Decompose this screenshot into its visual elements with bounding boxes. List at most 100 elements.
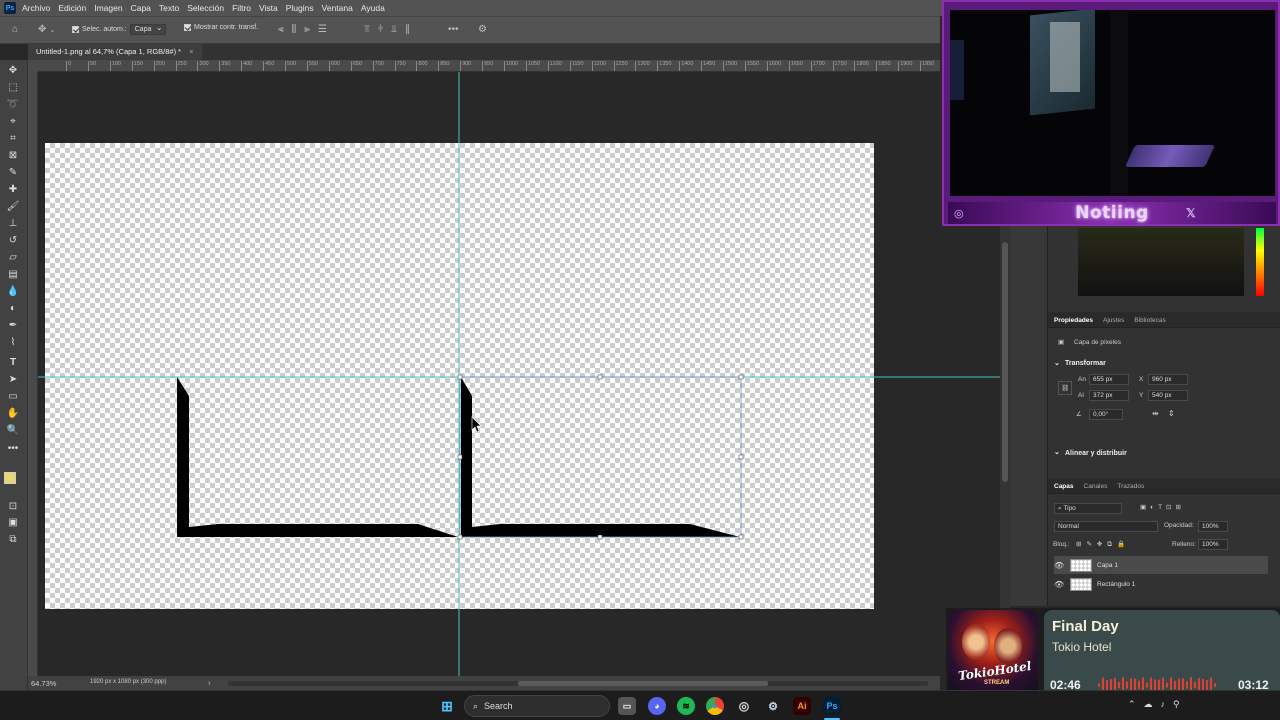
align-top-icon[interactable]: ⫪	[364, 24, 370, 35]
type-tool-icon[interactable]: T	[6, 356, 20, 370]
tab-propiedades[interactable]: Propiedades	[1054, 317, 1093, 324]
steam-icon[interactable]: ⚙	[764, 697, 782, 715]
eraser-tool-icon[interactable]: ▱	[6, 251, 20, 265]
transform-handle-mr[interactable]	[738, 454, 744, 460]
vertical-scrollbar-thumb[interactable]	[1002, 242, 1008, 482]
menu-vista[interactable]: Vista	[259, 3, 278, 13]
visibility-eye-icon[interactable]: 👁	[1054, 561, 1064, 570]
tab-ajustes[interactable]: Ajustes	[1103, 317, 1124, 324]
distribute-vertical-icon[interactable]: ∥	[405, 24, 410, 35]
flip-vertical-icon[interactable]: ⇕	[1168, 409, 1175, 418]
taskbar-search[interactable]: ⌕ Search	[464, 695, 610, 717]
task-view-icon[interactable]: ▭	[618, 697, 636, 715]
menu-ventana[interactable]: Ventana	[322, 3, 353, 13]
transform-handle-bm[interactable]	[597, 534, 603, 540]
status-menu-arrow[interactable]: ›	[208, 678, 211, 687]
align-left-icon[interactable]: ⫷	[278, 24, 284, 35]
windows-start-icon[interactable]: ⊞	[438, 697, 456, 715]
transform-handle-tm[interactable]	[597, 374, 603, 380]
layer-row-capa-1[interactable]: 👁 Capa 1	[1054, 556, 1268, 574]
pen-path-icon[interactable]: ⌇	[6, 336, 20, 350]
close-tab-icon[interactable]: ×	[189, 47, 193, 56]
auto-select-dropdown[interactable]: Capa	[129, 23, 167, 35]
link-dimensions-icon[interactable]: ⛓	[1058, 381, 1073, 395]
system-tray-icons[interactable]: ⌃☁♪⚲	[1128, 699, 1188, 710]
tab-bibliotecas[interactable]: Bibliotecas	[1134, 317, 1165, 324]
menu-archivo[interactable]: Archivo	[22, 3, 50, 13]
transform-bounding-box[interactable]	[459, 376, 742, 538]
layer-row-rectangulo-1[interactable]: 👁 Rectángulo 1	[1054, 575, 1268, 593]
fill-field[interactable]: 100%	[1198, 539, 1228, 550]
quick-select-tool-icon[interactable]: ⌖	[6, 115, 20, 129]
align-bottom-icon[interactable]: ⫫	[391, 24, 397, 35]
align-hcenter-icon[interactable]: ⫼	[292, 24, 297, 35]
transform-handle-tl[interactable]	[457, 374, 463, 380]
menu-imagen[interactable]: Imagen	[94, 3, 122, 13]
artboard-icon[interactable]: ⧉	[6, 533, 20, 547]
tab-canales[interactable]: Canales	[1084, 483, 1108, 490]
foreground-color-swatch[interactable]	[4, 472, 16, 484]
layer-filter-dropdown[interactable]: ⌕ Tipo	[1054, 503, 1122, 514]
gear-icon[interactable]: ⚙	[478, 24, 487, 35]
transform-handle-bl[interactable]	[457, 534, 463, 540]
horizontal-ruler[interactable]: 0 50 100 150 200 250 300 350 400 450 500 550 600 650 7…	[38, 60, 940, 72]
crop-tool-icon[interactable]: ⌗	[6, 132, 20, 146]
more-tools-icon[interactable]: •••	[6, 442, 20, 456]
layer-filter-icons[interactable]: ▣◐T⊡⊞	[1140, 503, 1185, 511]
distribute-icon[interactable]: ☰	[318, 24, 327, 35]
tab-trazados[interactable]: Trazados	[1117, 483, 1144, 490]
frame-tool-icon[interactable]: ⊠	[6, 149, 20, 163]
x-field[interactable]: 960 px	[1148, 374, 1188, 385]
horizontal-scrollbar[interactable]	[228, 681, 928, 686]
transform-handle-ml[interactable]	[457, 454, 463, 460]
marquee-tool-icon[interactable]: ⬚	[6, 81, 20, 95]
tab-capas[interactable]: Capas	[1054, 483, 1074, 490]
dodge-tool-icon[interactable]: ◐	[6, 302, 20, 316]
vertical-ruler[interactable]	[28, 72, 38, 676]
brush-tool-icon[interactable]: 🖌	[6, 200, 20, 214]
document-tab[interactable]: Untitled-1.png al 64,7% (Capa 1, RGB/8#)…	[28, 44, 202, 60]
more-options-icon[interactable]: •••	[448, 24, 459, 35]
hand-tool-icon[interactable]: ✋	[6, 407, 20, 421]
screen-mode-icon[interactable]: ▣	[6, 516, 20, 530]
history-brush-icon[interactable]: ↺	[6, 234, 20, 248]
height-field[interactable]: 372 px	[1089, 390, 1129, 401]
canvas-area[interactable]	[38, 72, 1010, 676]
obs-icon[interactable]: ◎	[735, 697, 753, 715]
horizontal-scrollbar-thumb[interactable]	[518, 681, 768, 686]
spotify-icon[interactable]: ≋	[677, 697, 695, 715]
menu-texto[interactable]: Texto	[159, 3, 179, 13]
lasso-tool-icon[interactable]: ➰	[6, 98, 20, 112]
width-field[interactable]: 655 px	[1089, 374, 1129, 385]
flip-horizontal-icon[interactable]: ⇹	[1152, 409, 1159, 418]
home-icon[interactable]: ⌂	[12, 24, 18, 35]
eyedropper-tool-icon[interactable]: ✎	[6, 166, 20, 180]
blend-mode-dropdown[interactable]: Normal	[1054, 521, 1158, 532]
pen-tool-icon[interactable]: ✒	[6, 319, 20, 333]
show-transform-checkbox[interactable]	[184, 24, 191, 31]
zoom-tool-icon[interactable]: 🔍	[6, 424, 20, 438]
transform-handle-tr[interactable]	[738, 374, 744, 380]
align-distribute-header[interactable]: Alinear y distribuir	[1065, 450, 1127, 457]
right-bracket-shape[interactable]	[461, 377, 740, 537]
opacity-field[interactable]: 100%	[1198, 521, 1228, 532]
align-vcenter-icon[interactable]: ⫩	[378, 24, 384, 35]
move-tool-icon[interactable]: ✥	[6, 64, 20, 78]
y-field[interactable]: 540 px	[1148, 390, 1188, 401]
align-chevron-icon[interactable]: ⌄	[1054, 448, 1060, 456]
hue-slider[interactable]	[1256, 228, 1264, 296]
lock-icons[interactable]: ⊞✎✥⧉🔒	[1076, 540, 1130, 549]
discord-icon[interactable]: ◕	[648, 697, 666, 715]
illustrator-icon[interactable]: Ai	[793, 697, 811, 715]
healing-tool-icon[interactable]: ✚	[6, 183, 20, 197]
path-select-icon[interactable]: ➤	[6, 373, 20, 387]
auto-select-checkbox[interactable]	[72, 26, 79, 33]
photoshop-taskbar-icon[interactable]: Ps	[823, 697, 841, 715]
transform-header[interactable]: Transformar	[1065, 360, 1106, 367]
visibility-eye-icon[interactable]: 👁	[1054, 580, 1064, 589]
zoom-level[interactable]: 64.73%	[31, 679, 56, 688]
move-tool-preset[interactable]: ✥ ⌄	[38, 24, 55, 35]
left-bracket-shape[interactable]	[177, 377, 458, 537]
menu-edicion[interactable]: Edición	[58, 3, 86, 13]
menu-capa[interactable]: Capa	[131, 3, 151, 13]
